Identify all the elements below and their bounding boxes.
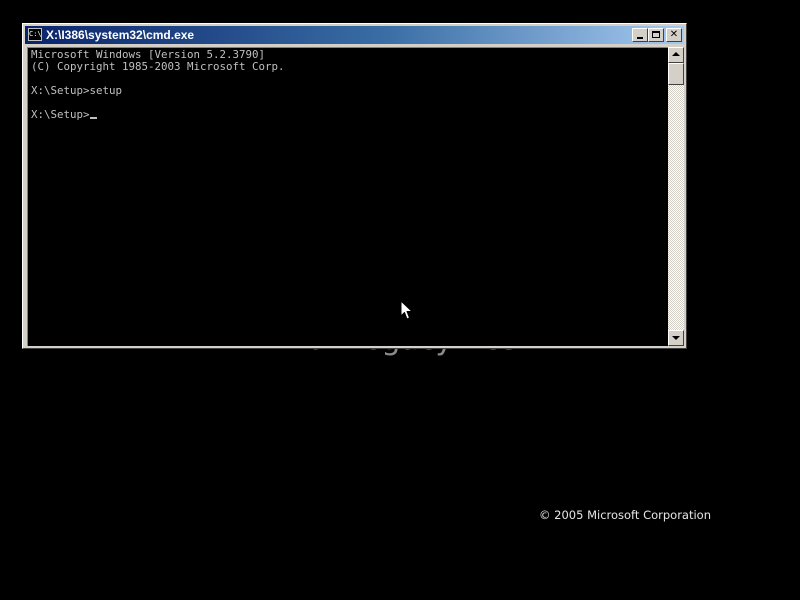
maximize-button[interactable] <box>648 28 664 42</box>
minimize-icon <box>637 37 643 39</box>
minimize-button[interactable] <box>632 28 648 42</box>
title-bar[interactable]: C:\ X:\I386\system32\cmd.exe ✕ <box>25 26 684 44</box>
text-cursor <box>89 117 97 119</box>
cmd-icon[interactable]: C:\ <box>28 28 42 41</box>
copyright-text: © 2005 Microsoft Corporation <box>539 508 712 522</box>
console-line: (C) Copyright 1985-2003 Microsoft Corp. <box>31 60 285 73</box>
vertical-scrollbar[interactable] <box>668 47 684 346</box>
close-icon: ✕ <box>669 29 679 40</box>
maximize-icon <box>652 31 660 38</box>
scroll-down-button[interactable] <box>668 330 684 346</box>
command-prompt: X:\Setup> <box>31 108 90 121</box>
scroll-thumb[interactable] <box>668 63 684 85</box>
scroll-up-button[interactable] <box>668 47 684 63</box>
console-line: X:\Setup>setup <box>31 84 123 97</box>
mouse-pointer-icon <box>400 300 413 320</box>
window-title: X:\I386\system32\cmd.exe <box>46 28 195 42</box>
close-button[interactable]: ✕ <box>666 28 682 42</box>
command-prompt-line[interactable]: X:\Setup> <box>31 109 97 121</box>
arrow-down-icon <box>672 336 680 340</box>
cmd-window[interactable]: C:\ X:\I386\system32\cmd.exe ✕ Microsoft… <box>22 23 687 349</box>
desktop: for Legacy PCs © 2005 Microsoft Corporat… <box>0 0 800 600</box>
arrow-up-icon <box>672 52 680 56</box>
console-output[interactable]: Microsoft Windows [Version 5.2.3790] (C)… <box>27 47 668 346</box>
